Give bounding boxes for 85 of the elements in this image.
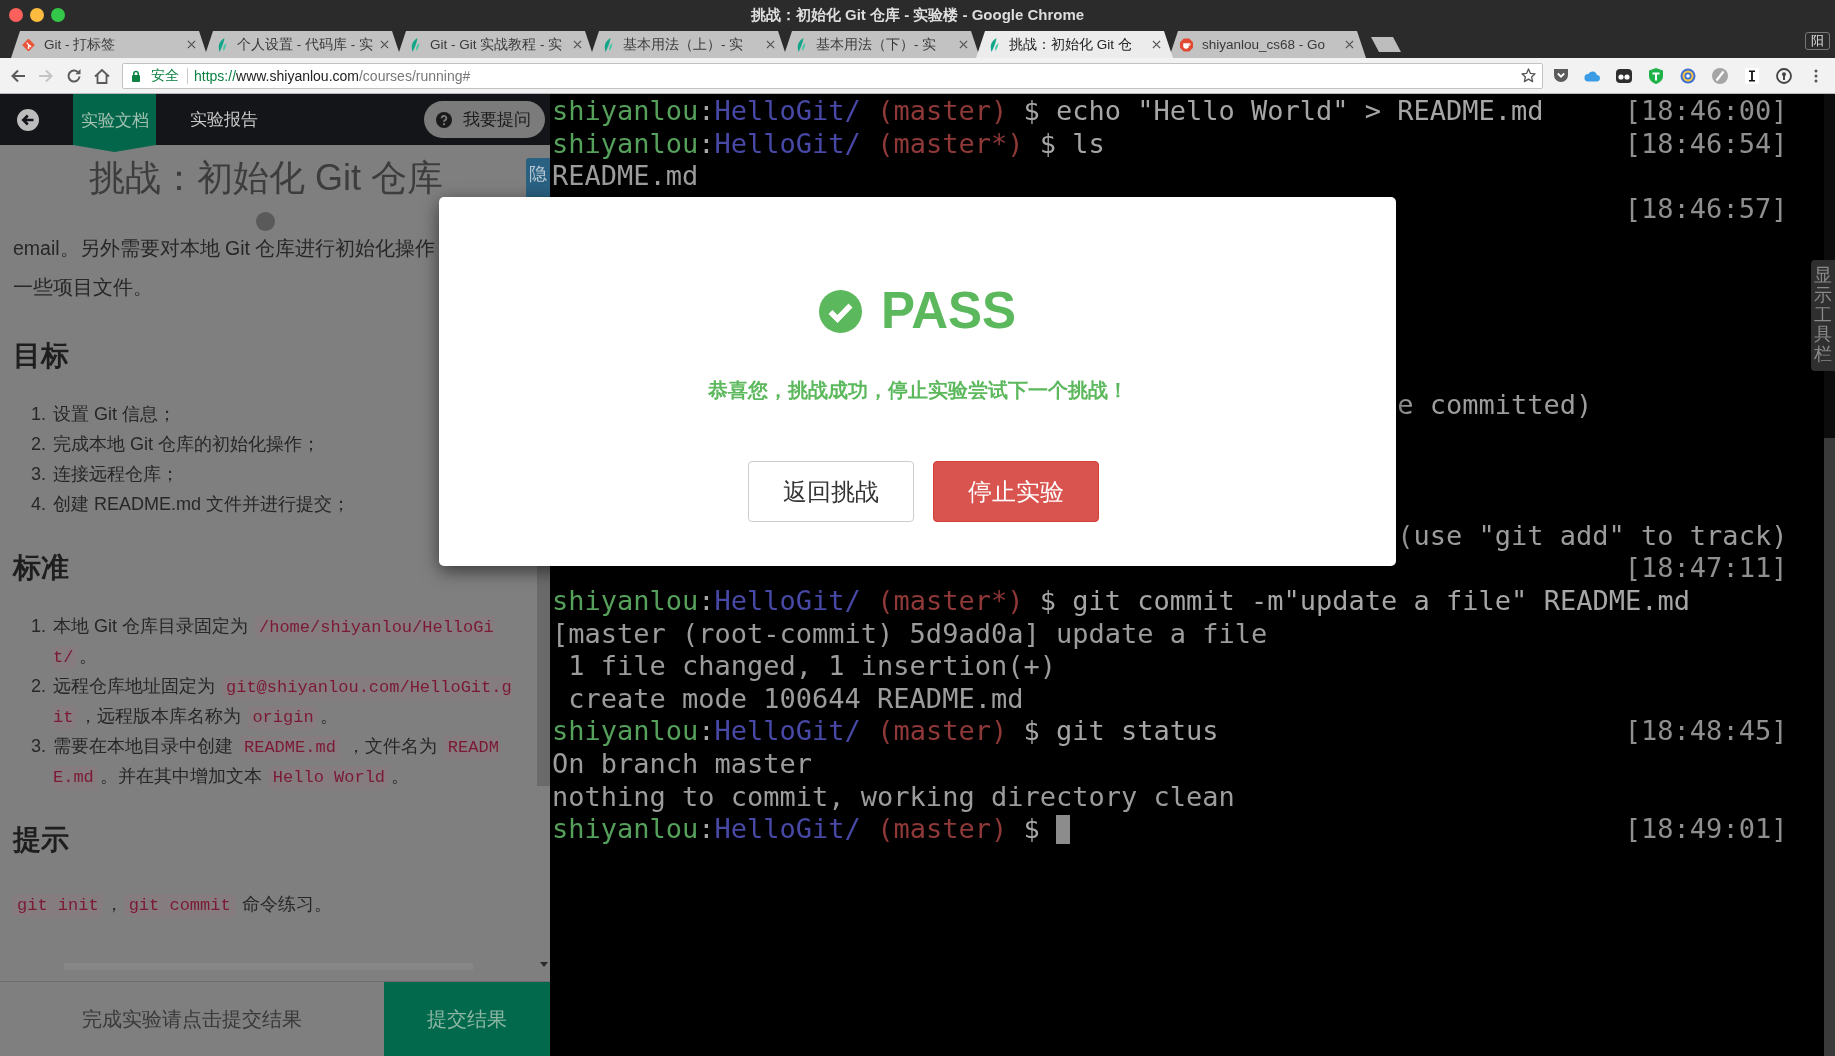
list-item: 1. 设置 Git 信息； bbox=[30, 403, 177, 426]
help-icon bbox=[436, 111, 452, 128]
terminal-line: nothing to commit, working directory clean bbox=[552, 780, 1235, 814]
section-heading: 标准 bbox=[11, 551, 70, 585]
list-item: 2. 完成本地 Git 仓库的初始化操作； bbox=[30, 433, 321, 456]
keyhole-icon[interactable] bbox=[1776, 67, 1792, 84]
security-label: 安全 bbox=[151, 66, 179, 85]
terminal-line: (use "git add" to track) bbox=[1397, 519, 1788, 553]
show-toolbar-tab[interactable]: 显示工具栏 bbox=[1811, 260, 1835, 371]
shield-icon[interactable] bbox=[1648, 67, 1664, 84]
timestamp: [18:47:11] bbox=[1624, 552, 1788, 585]
maximize-window-button[interactable] bbox=[51, 8, 65, 22]
terminal-line: README.md bbox=[552, 160, 699, 193]
reload-icon[interactable] bbox=[66, 67, 82, 84]
browser-tab[interactable]: 基本用法（上）- 实 bbox=[590, 31, 787, 58]
chevron-badge-icon[interactable] bbox=[1554, 69, 1568, 82]
back-icon[interactable] bbox=[10, 67, 26, 84]
timestamp: [18:48:45] bbox=[1624, 715, 1788, 749]
panel-tab[interactable]: 实验报告 bbox=[182, 94, 265, 145]
octagon-logo-icon bbox=[1180, 37, 1193, 52]
scroll-down-arrow-icon[interactable] bbox=[539, 962, 548, 967]
result-status: PASS bbox=[880, 285, 1017, 337]
list-item: 2. 远程仓库地址固定为 git@shiyanlou.com/HelloGit.g it ，远程版本库名称为 origin 。 bbox=[30, 675, 513, 731]
close-window-button[interactable] bbox=[9, 8, 23, 22]
panel-tab[interactable]: 实验文档 bbox=[73, 94, 156, 152]
terminal-line: [master (root-commit) 5d9ad0a] update a file bbox=[552, 617, 1268, 651]
browser-tab[interactable]: 挑战：初始化 Git 仓 bbox=[976, 31, 1173, 58]
close-icon[interactable] bbox=[1345, 40, 1354, 49]
dot-icon bbox=[256, 212, 275, 231]
list-item: 3. 连接远程仓库； bbox=[30, 463, 180, 486]
bookmark-star-icon[interactable] bbox=[1521, 68, 1536, 83]
more-menu-icon[interactable] bbox=[1814, 68, 1818, 83]
paragraph-line: 一些项目文件。 bbox=[12, 275, 154, 300]
timestamp: [18:46:54] bbox=[1624, 127, 1788, 161]
i-beam-icon[interactable] bbox=[1744, 67, 1760, 84]
section-heading: 目标 bbox=[12, 339, 70, 373]
doc-title: 挑战：初始化 Git 仓库 bbox=[88, 156, 444, 200]
timestamp: [18:46:00] bbox=[1624, 95, 1788, 128]
browser-tab[interactable]: Git - Git 实战教程 - 实 bbox=[397, 31, 594, 58]
terminal-line: 1 file changed, 1 insertion(+) bbox=[567, 650, 1056, 683]
terminal-line: On branch master bbox=[552, 748, 813, 781]
terminal-line: shiyanlou:HelloGit/ (master) $ echo "Hello World" > README.md bbox=[552, 95, 1544, 128]
browser-tab[interactable]: 个人设置 - 代码库 - 实 bbox=[204, 31, 401, 58]
window-title: 挑战：初始化 Git 仓库 - 实验楼 - Google Chrome bbox=[750, 5, 1085, 25]
terminal-line: e committed) bbox=[1397, 388, 1593, 422]
hide-panel-tab[interactable]: 隐 bbox=[526, 158, 550, 197]
diamond-logo-icon bbox=[22, 37, 35, 52]
section-heading: 提示 bbox=[11, 823, 70, 857]
timestamp: [18:49:01] bbox=[1624, 813, 1788, 847]
stop-button[interactable]: 停止实验 bbox=[933, 461, 1099, 522]
close-icon[interactable] bbox=[380, 40, 389, 49]
terminal-line: shiyanlou:HelloGit/ (master*) $ ls bbox=[552, 127, 1105, 161]
timestamp: [18:46:57] bbox=[1624, 192, 1788, 226]
paragraph-line: email。另外需要对本地 Git 仓库进行初始化操作 bbox=[12, 236, 437, 261]
browser-tab[interactable]: shiyanlou_cs68 - Go bbox=[1169, 31, 1366, 58]
eyes-icon[interactable] bbox=[1616, 67, 1632, 84]
url-text: https://www.shiyanlou.com/courses/running# bbox=[194, 67, 471, 84]
close-icon[interactable] bbox=[959, 40, 968, 49]
browser-tab[interactable]: Git - 打标签 bbox=[11, 31, 208, 58]
paragraph: git init ， git commit 命令练习。 bbox=[0, 889, 537, 919]
terminal-line: shiyanlou:HelloGit/ (master) $ git status bbox=[552, 715, 1219, 749]
address-bar[interactable]: 安全 https://www.shiyanlou.com/courses/running# bbox=[122, 62, 1543, 89]
browser-tab[interactable]: 基本用法（下）- 实 bbox=[783, 31, 980, 58]
close-icon[interactable] bbox=[766, 40, 775, 49]
terminal-line: create mode 100644 README.md bbox=[567, 682, 1024, 716]
target-icon[interactable] bbox=[1680, 67, 1696, 84]
new-tab-button[interactable] bbox=[1371, 36, 1401, 52]
terminal-line: shiyanlou:HelloGit/ (master) $ bbox=[552, 813, 1041, 847]
list-item: 4. 创建 README.md 文件并进行提交； bbox=[30, 493, 352, 516]
close-icon[interactable] bbox=[187, 40, 196, 49]
profile-badge[interactable]: 阳 bbox=[1805, 32, 1830, 50]
ask-question-button[interactable]: 我要提问 bbox=[424, 101, 545, 138]
back-icon[interactable] bbox=[17, 108, 39, 131]
return-button[interactable]: 返回挑战 bbox=[748, 461, 914, 522]
minimize-window-button[interactable] bbox=[30, 8, 44, 22]
close-icon[interactable] bbox=[573, 40, 582, 49]
submit-hint: 完成实验请点击提交结果 bbox=[82, 1006, 302, 1032]
check-circle-icon bbox=[818, 289, 862, 333]
result-message: 恭喜您，挑战成功，停止实验尝试下一个挑战！ bbox=[707, 378, 1128, 403]
list-item: 1. 本地 Git 仓库目录固定为 /home/shiyanlou/HelloGi t/ 。 bbox=[30, 615, 495, 671]
close-icon[interactable] bbox=[1152, 40, 1161, 49]
terminal-line: shiyanlou:HelloGit/ (master*) $ git commit -m"update a file" README.md bbox=[552, 584, 1690, 618]
home-icon[interactable] bbox=[94, 67, 110, 84]
list-item: 3. 需要在本地目录中创建 README.md ，文件名为 READM E.md 。并在其中增加文本 Hello World 。 bbox=[30, 735, 500, 791]
lock-icon bbox=[131, 69, 141, 82]
